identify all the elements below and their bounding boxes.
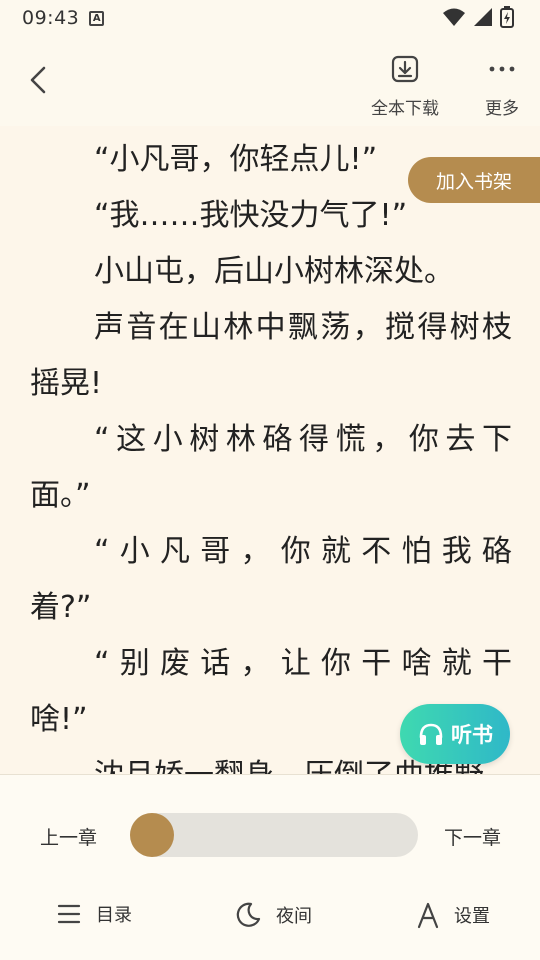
download-all-button[interactable]: 全本下载 xyxy=(366,54,444,119)
text-line: 着?” xyxy=(30,590,92,625)
reader-toolbar: 全本下载 更多 xyxy=(0,36,540,126)
status-time: 09:43 xyxy=(22,7,80,29)
text-line: 小山屯，后山小树林深处。 xyxy=(94,254,454,289)
bottom-nav: 目录 夜间 设置 xyxy=(0,901,540,935)
settings-label: 设置 xyxy=(454,906,490,927)
text-line: 声音在山林中飘荡，搅得树枝 xyxy=(94,310,512,345)
add-to-shelf-label: 加入书架 xyxy=(435,170,512,193)
night-mode-button[interactable]: 夜间 xyxy=(234,901,312,929)
text-line: 面。” xyxy=(30,478,91,513)
font-a-icon xyxy=(417,902,439,929)
reading-content[interactable]: “小凡哥，你轻点儿!” “我……我快没力气了!” 小山屯，后山小树林深处。 声音… xyxy=(0,126,540,774)
next-chapter-button[interactable]: 下一章 xyxy=(444,823,501,850)
menu-button[interactable]: 目录 xyxy=(56,901,132,927)
listen-label: 听书 xyxy=(451,723,493,747)
night-mode-label: 夜间 xyxy=(276,906,312,927)
more-dots-icon xyxy=(489,66,515,72)
wifi-icon xyxy=(443,8,465,26)
text-line: “别废话，让你干啥就干 xyxy=(94,646,512,681)
signal-icon xyxy=(474,8,492,26)
download-all-label: 全本下载 xyxy=(371,99,439,119)
back-button[interactable] xyxy=(22,62,58,98)
download-icon xyxy=(391,55,419,83)
status-bar: 09:43 A xyxy=(0,0,540,36)
chevron-left-icon xyxy=(30,66,46,94)
headphones-icon xyxy=(419,723,443,745)
menu-label: 目录 xyxy=(96,905,132,926)
status-icons xyxy=(442,6,514,28)
text-line: “小凡哥，你就不怕我硌 xyxy=(94,534,512,569)
text-line: “这小树林硌得慌，你去下 xyxy=(94,422,512,457)
moon-icon xyxy=(236,902,261,927)
add-to-shelf-button[interactable]: 加入书架 xyxy=(408,157,540,203)
list-menu-icon xyxy=(57,904,81,924)
slider-knob[interactable] xyxy=(130,813,174,857)
more-button[interactable]: 更多 xyxy=(478,54,526,119)
listen-button[interactable]: 听书 xyxy=(400,704,510,764)
text-line: 摇晃! xyxy=(30,366,103,401)
battery-icon xyxy=(500,6,514,28)
prev-chapter-button[interactable]: 上一章 xyxy=(40,823,97,850)
settings-button[interactable]: 设置 xyxy=(416,901,490,929)
notification-a-icon: A xyxy=(89,10,105,26)
bottom-control-panel: 上一章 下一章 目录 夜间 设置 xyxy=(0,774,540,960)
more-label: 更多 xyxy=(485,99,519,119)
chapter-row: 上一章 下一章 xyxy=(0,813,540,861)
